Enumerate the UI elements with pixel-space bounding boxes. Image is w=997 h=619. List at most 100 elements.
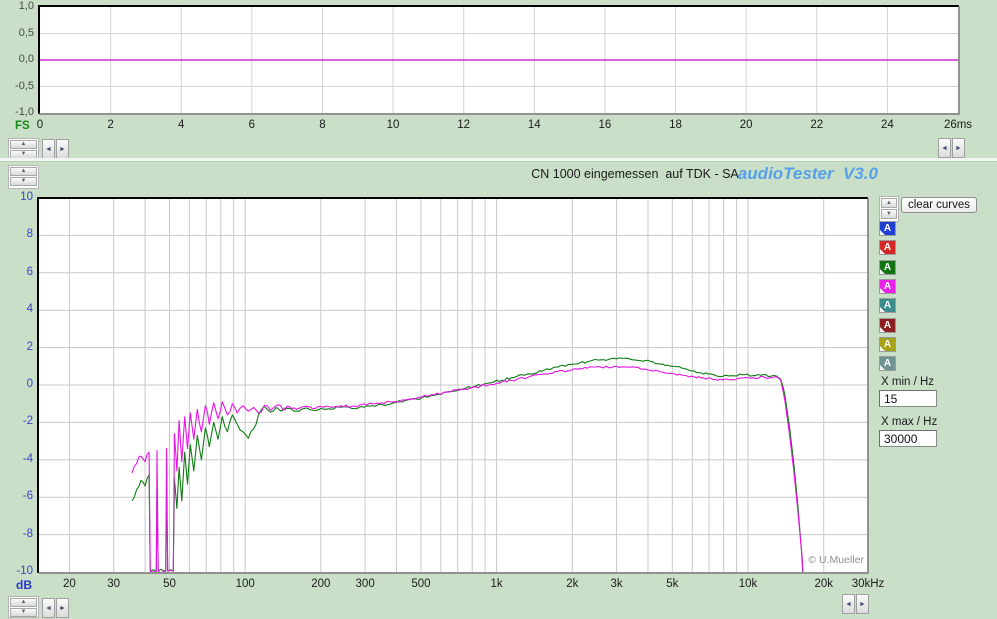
left-arrow-icon: ◄ [941,145,948,152]
waveform-x-tick-label: 12 [439,119,489,131]
curve-letter-icon: A [884,281,891,292]
waveform-y-tick-label: 0,0 [0,53,34,65]
waveform-chart [38,5,960,115]
curve-color-button-gray-teal[interactable]: A [879,356,896,371]
scroll-down-button[interactable]: ▼ [10,608,37,617]
scroll-up-button[interactable]: ▲ [10,598,37,607]
response-y-tick-label: -6 [0,490,33,502]
waveform-x-tick-label: 14 [509,119,559,131]
scroll-down-button[interactable]: ▼ [881,209,897,219]
response-chart [37,197,869,574]
curve-color-button-dark-red[interactable]: A [879,318,896,333]
waveform-x-tick-label: 6 [227,119,277,131]
curve-color-button-red[interactable]: A [879,240,896,255]
waveform-x-tick-label: 16 [580,119,630,131]
response-y-tick-label: 10 [0,191,33,203]
curve-letter-icon: A [884,320,891,331]
response-scroll-left-button[interactable]: ◄ [42,598,55,618]
waveform-x-tick-label: 24 [862,119,912,131]
response-x-tick-label: 50 [139,578,199,590]
waveform-right-scroll-left-button[interactable]: ◄ [938,138,951,158]
audiotester-window: 1,00,50,0-0,5-1,0 0246810121416182022242… [0,0,997,619]
fs-axis-unit-label: FS [15,120,30,132]
waveform-panel: 1,00,50,0-0,5-1,0 0246810121416182022242… [0,0,997,158]
scroll-up-button[interactable]: ▲ [10,140,37,149]
response-y-tick-label: 2 [0,341,33,353]
waveform-x-tick-label: 10 [368,119,418,131]
response-right-scroll-right-button[interactable]: ► [856,594,869,614]
up-arrow-icon: ▲ [886,200,892,206]
right-arrow-icon: ► [859,601,866,608]
waveform-x-tick-label: 20 [721,119,771,131]
waveform-y-tick-label: -1,0 [0,106,34,118]
waveform-x-tick-label: 18 [651,119,701,131]
right-arrow-icon: ► [955,145,962,152]
x-min-label: X min / Hz [881,376,934,388]
curve-color-button-magenta[interactable]: A [879,279,896,294]
response-y-tick-label: -4 [0,453,33,465]
x-max-label: X max / Hz [881,416,937,428]
left-arrow-icon: ◄ [45,146,52,153]
up-arrow-icon: ▲ [21,141,27,147]
response-y-tick-label: -8 [0,528,33,540]
waveform-y-tick-label: -0,5 [0,80,34,92]
x-max-input[interactable] [879,430,937,447]
curve-list-spinner: ▲ ▼ [879,196,899,222]
curve-color-button-green[interactable]: A [879,260,896,275]
response-panel: ▲ ▼ CN 1000 eingemessen auf TDK - SA aud… [0,162,997,619]
response-x-tick-label: 30 [84,578,144,590]
response-x-tick-label: 30kHz [838,578,898,590]
waveform-x-tick-label: 4 [156,119,206,131]
down-arrow-icon: ▼ [21,151,27,157]
response-x-tick-label: 300 [335,578,395,590]
curve-letter-icon: A [884,300,891,311]
left-arrow-icon: ◄ [845,601,852,608]
curve-letter-icon: A [884,339,891,350]
scroll-up-button[interactable]: ▲ [881,198,897,208]
up-arrow-icon: ▲ [21,168,27,174]
scroll-up-button[interactable]: ▲ [10,167,37,176]
curve-letter-icon: A [884,223,891,234]
response-scroll-right-button[interactable]: ► [56,598,69,618]
down-arrow-icon: ▼ [21,178,27,184]
waveform-scroll-right-button[interactable]: ► [56,139,69,159]
up-arrow-icon: ▲ [21,599,27,605]
curve-letter-icon: A [884,358,891,369]
x-min-input[interactable] [879,390,937,407]
curve-color-button-blue[interactable]: A [879,221,896,236]
waveform-right-scroll-right-button[interactable]: ► [952,138,965,158]
response-y-tick-label: -2 [0,415,33,427]
curve-color-button-teal[interactable]: A [879,298,896,313]
response-y-tick-label: 6 [0,266,33,278]
right-arrow-icon: ► [59,146,66,153]
curve-letter-icon: A [884,242,891,253]
right-arrow-icon: ► [59,605,66,612]
db-axis-unit-label: dB [16,578,32,592]
response-right-scroll-left-button[interactable]: ◄ [842,594,855,614]
scroll-down-button[interactable]: ▼ [10,177,37,186]
app-logo: audioTester V3.0 [730,164,878,184]
clear-curves-button[interactable]: clear curves [901,197,977,213]
down-arrow-icon: ▼ [21,609,27,615]
waveform-scroll-left-button[interactable]: ◄ [42,139,55,159]
waveform-y-tick-label: 0,5 [0,27,34,39]
waveform-x-tick-label: 8 [297,119,347,131]
copyright-note: © U.Mueller [764,554,864,566]
left-arrow-icon: ◄ [45,605,52,612]
waveform-x-tick-label: 2 [86,119,136,131]
response-x-tick-label: 3k [587,578,647,590]
response-x-tick-label: 5k [642,578,702,590]
response-bottom-spinner: ▲ ▼ [8,596,39,618]
response-y-tick-label: -10 [0,565,33,577]
waveform-x-tick-label: 26ms [933,119,983,131]
response-x-tick-label: 1k [467,578,527,590]
curve-color-button-olive[interactable]: A [879,337,896,352]
response-y-tick-label: 4 [0,303,33,315]
response-x-tick-label: 500 [391,578,451,590]
response-y-tick-label: 8 [0,228,33,240]
curve-letter-icon: A [884,262,891,273]
response-x-tick-label: 100 [215,578,275,590]
response-x-tick-label: 10k [718,578,778,590]
down-arrow-icon: ▼ [886,211,892,217]
response-vertical-spinner: ▲ ▼ [8,165,39,189]
